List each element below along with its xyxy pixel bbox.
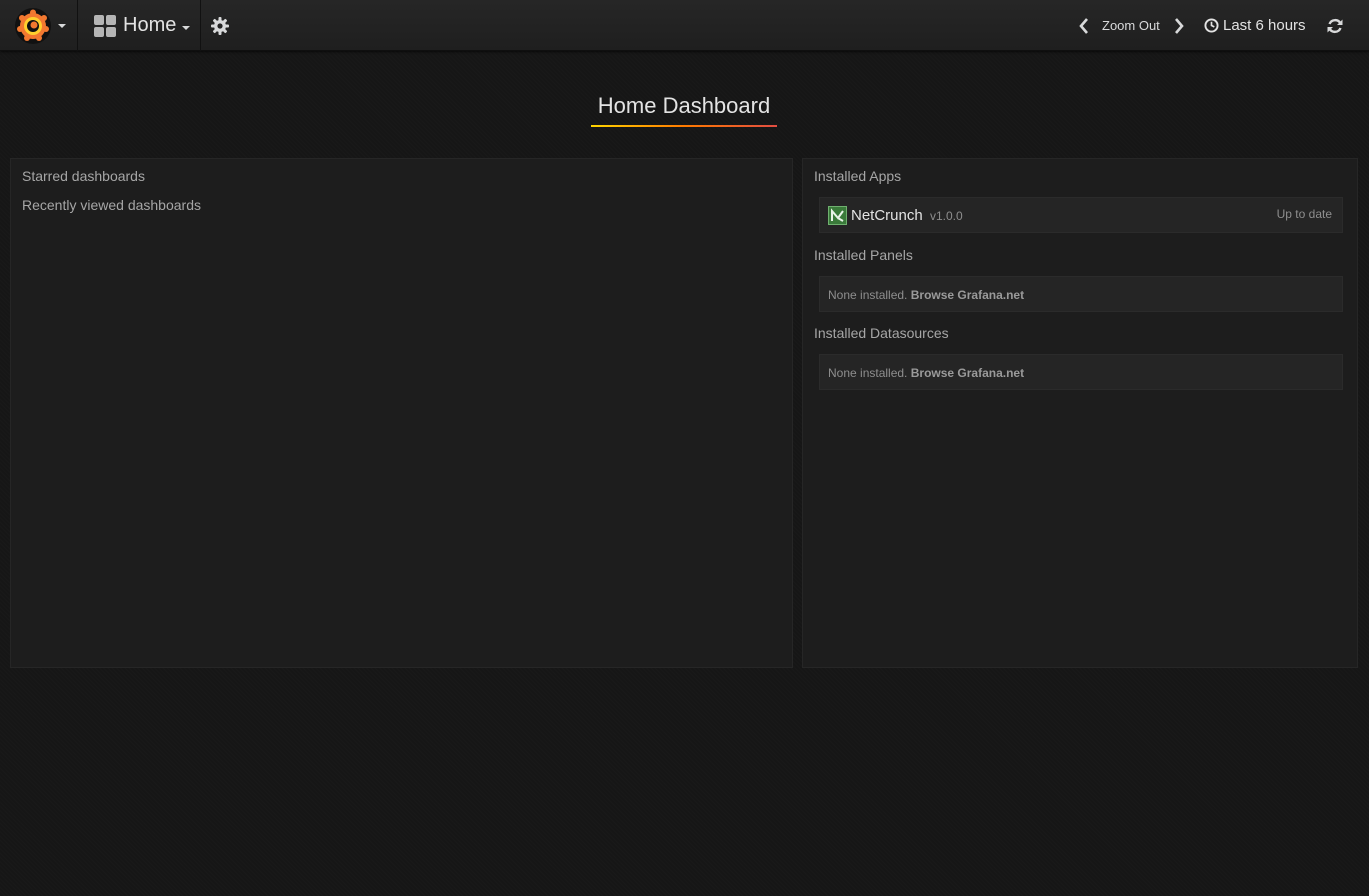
clock-icon xyxy=(1204,18,1219,33)
installed-panels-heading: Installed Panels xyxy=(814,247,913,263)
app-name: NetCrunch xyxy=(851,207,923,224)
app-update-status: Up to date xyxy=(1276,207,1332,221)
zoom-out-button[interactable]: Zoom Out xyxy=(1102,18,1160,33)
gear-icon[interactable] xyxy=(208,14,232,38)
browse-grafana-net-link[interactable]: Browse Grafana.net xyxy=(911,366,1024,380)
dashboard-grid-icon xyxy=(94,14,116,37)
installed-datasources-heading: Installed Datasources xyxy=(814,325,949,341)
time-range-label: Last 6 hours xyxy=(1223,17,1306,34)
dashboard-picker-button[interactable]: Home xyxy=(79,0,201,51)
panels-empty-message: None installed. Browse Grafana.net xyxy=(828,288,1024,302)
top-navbar: Home Zoom Out Last 6 hours xyxy=(0,0,1369,51)
grafana-menu-button[interactable] xyxy=(0,0,78,51)
app-list-item[interactable]: NetCrunch v1.0.0 Up to date xyxy=(819,197,1343,233)
datasources-empty-text: None installed. xyxy=(828,366,908,380)
plugin-list-panel: Installed Apps NetCrunch v1.0.0 Up to da… xyxy=(802,158,1358,668)
chevron-left-icon[interactable] xyxy=(1076,16,1092,36)
title-underline xyxy=(591,125,777,127)
dashboard-picker-label: Home xyxy=(123,14,177,36)
chevron-down-icon xyxy=(182,25,191,30)
netcrunch-app-icon xyxy=(828,206,847,225)
datasources-empty-message: None installed. Browse Grafana.net xyxy=(828,366,1024,380)
grafana-logo-icon xyxy=(15,7,51,44)
datasources-empty-box: None installed. Browse Grafana.net xyxy=(819,354,1343,390)
browse-grafana-net-link[interactable]: Browse Grafana.net xyxy=(911,288,1024,302)
refresh-icon[interactable] xyxy=(1325,16,1345,36)
panels-empty-box: None installed. Browse Grafana.net xyxy=(819,276,1343,312)
app-version: v1.0.0 xyxy=(930,209,963,223)
page-title: Home Dashboard xyxy=(597,93,771,118)
chevron-down-icon xyxy=(58,23,66,28)
recent-dashboards-heading: Recently viewed dashboards xyxy=(22,197,201,213)
time-range-picker[interactable]: Last 6 hours xyxy=(1204,17,1306,34)
chevron-right-icon[interactable] xyxy=(1171,16,1187,36)
panels-empty-text: None installed. xyxy=(828,288,908,302)
starred-dashboards-heading: Starred dashboards xyxy=(22,168,145,184)
dashboard-list-panel: Starred dashboards Recently viewed dashb… xyxy=(10,158,793,668)
installed-apps-heading: Installed Apps xyxy=(814,168,902,184)
